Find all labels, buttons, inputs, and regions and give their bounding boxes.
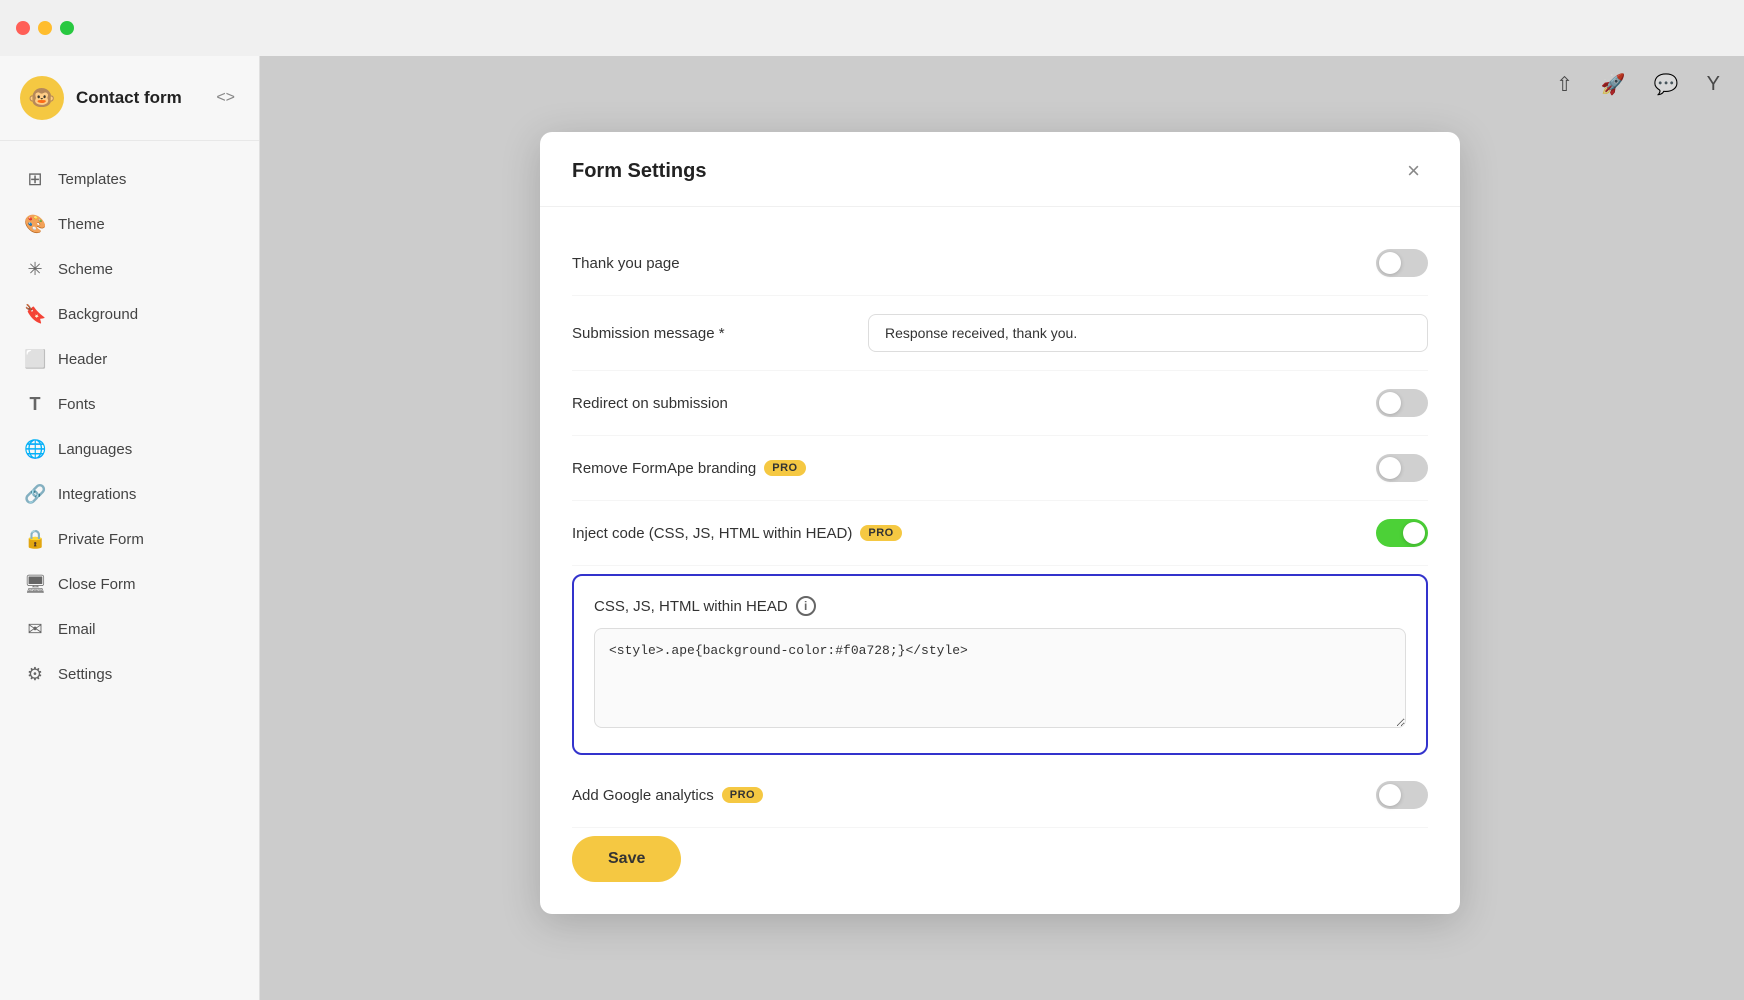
theme-icon: 🎨 [24, 214, 46, 235]
add-google-analytics-row: Add Google analytics PRO [572, 763, 1428, 828]
thank-you-page-toggle[interactable] [1376, 249, 1428, 277]
add-google-analytics-label: Add Google analytics PRO [572, 787, 763, 804]
modal-title: Form Settings [572, 160, 706, 183]
scheme-icon: ✳ [24, 259, 46, 280]
close-form-icon: 🖥 [24, 574, 46, 595]
sidebar-item-private-form[interactable]: 🔒 Private Form [0, 517, 259, 562]
submission-message-row: Submission message * [572, 296, 1428, 371]
remove-branding-row: Remove FormApe branding PRO [572, 436, 1428, 501]
sidebar-label-email: Email [58, 621, 96, 638]
sidebar-item-integrations[interactable]: 🔗 Integrations [0, 472, 259, 517]
form-settings-modal: Form Settings × Thank you page [540, 132, 1460, 914]
sidebar-label-fonts: Fonts [58, 396, 96, 413]
code-textarea[interactable]: <style>.ape{background-color:#f0a728;}</… [594, 628, 1406, 728]
add-google-analytics-thumb [1379, 784, 1401, 806]
remove-branding-toggle[interactable] [1376, 454, 1428, 482]
sidebar-label-settings: Settings [58, 666, 112, 683]
inject-code-pro-badge: PRO [860, 525, 901, 541]
sidebar-label-languages: Languages [58, 441, 132, 458]
sidebar-item-languages[interactable]: 🌐 Languages [0, 427, 259, 472]
app-name: Contact form [76, 88, 182, 108]
code-section-header: CSS, JS, HTML within HEAD i [594, 596, 1406, 616]
minimize-window-button[interactable] [38, 21, 52, 35]
sidebar-nav: ⊞ Templates 🎨 Theme ✳ Scheme 🔖 Backgroun… [0, 141, 259, 1000]
remove-branding-label: Remove FormApe branding PRO [572, 460, 806, 477]
sidebar-collapse-button[interactable]: <> [212, 85, 239, 111]
save-button[interactable]: Save [572, 836, 681, 882]
redirect-on-submission-label: Redirect on submission [572, 395, 728, 412]
sidebar-label-integrations: Integrations [58, 486, 136, 503]
sidebar-label-templates: Templates [58, 171, 126, 188]
email-icon: ✉ [24, 619, 46, 640]
modal-header: Form Settings × [540, 132, 1460, 207]
settings-icon: ⚙ [24, 664, 46, 685]
background-icon: 🔖 [24, 304, 46, 325]
sidebar-item-email[interactable]: ✉ Email [0, 607, 259, 652]
sidebar-header: 🐵 Contact form <> [0, 56, 259, 141]
sidebar: 🐵 Contact form <> ⊞ Templates 🎨 Theme ✳ … [0, 56, 260, 1000]
sidebar-item-background[interactable]: 🔖 Background [0, 292, 259, 337]
inject-code-row: Inject code (CSS, JS, HTML within HEAD) … [572, 501, 1428, 566]
sidebar-label-header: Header [58, 351, 107, 368]
redirect-on-submission-row: Redirect on submission [572, 371, 1428, 436]
thank-you-page-row: Thank you page [572, 231, 1428, 296]
header-icon: ⬜ [24, 349, 46, 370]
inject-code-label: Inject code (CSS, JS, HTML within HEAD) … [572, 525, 902, 542]
inject-code-toggle[interactable] [1376, 519, 1428, 547]
languages-icon: 🌐 [24, 439, 46, 460]
sidebar-item-scheme[interactable]: ✳ Scheme [0, 247, 259, 292]
remove-branding-thumb [1379, 457, 1401, 479]
sidebar-item-header[interactable]: ⬜ Header [0, 337, 259, 382]
code-section-title: CSS, JS, HTML within HEAD [594, 598, 788, 615]
sidebar-item-templates[interactable]: ⊞ Templates [0, 157, 259, 202]
add-google-analytics-toggle[interactable] [1376, 781, 1428, 809]
redirect-on-submission-thumb [1379, 392, 1401, 414]
submission-message-label: Submission message * [572, 325, 772, 342]
app-logo: 🐵 [20, 76, 64, 120]
remove-branding-pro-badge: PRO [764, 460, 805, 476]
sidebar-item-fonts[interactable]: T Fonts [0, 382, 259, 427]
google-analytics-pro-badge: PRO [722, 787, 763, 803]
main-content: ⇧ 🚀 💬 Y Form Settings × Thank you page [260, 56, 1744, 1000]
sidebar-label-theme: Theme [58, 216, 105, 233]
sidebar-label-background: Background [58, 306, 138, 323]
private-form-icon: 🔒 [24, 529, 46, 550]
sidebar-item-theme[interactable]: 🎨 Theme [0, 202, 259, 247]
code-section-info-icon[interactable]: i [796, 596, 816, 616]
code-section: CSS, JS, HTML within HEAD i <style>.ape{… [572, 574, 1428, 755]
fonts-icon: T [24, 394, 46, 415]
modal-close-button[interactable]: × [1399, 156, 1428, 186]
titlebar [0, 0, 1744, 56]
inject-code-thumb [1403, 522, 1425, 544]
close-window-button[interactable] [16, 21, 30, 35]
submission-message-input[interactable] [868, 314, 1428, 352]
templates-icon: ⊞ [24, 169, 46, 190]
maximize-window-button[interactable] [60, 21, 74, 35]
thank-you-page-label: Thank you page [572, 255, 680, 272]
sidebar-label-private-form: Private Form [58, 531, 144, 548]
modal-body: Thank you page Submission message * [540, 207, 1460, 914]
sidebar-item-settings[interactable]: ⚙ Settings [0, 652, 259, 697]
thank-you-page-thumb [1379, 252, 1401, 274]
sidebar-item-close-form[interactable]: 🖥 Close Form [0, 562, 259, 607]
app-layout: 🐵 Contact form <> ⊞ Templates 🎨 Theme ✳ … [0, 56, 1744, 1000]
integrations-icon: 🔗 [24, 484, 46, 505]
logo-emoji: 🐵 [28, 85, 55, 111]
sidebar-label-close-form: Close Form [58, 576, 136, 593]
sidebar-label-scheme: Scheme [58, 261, 113, 278]
modal-overlay: Form Settings × Thank you page [260, 56, 1744, 1000]
redirect-on-submission-toggle[interactable] [1376, 389, 1428, 417]
